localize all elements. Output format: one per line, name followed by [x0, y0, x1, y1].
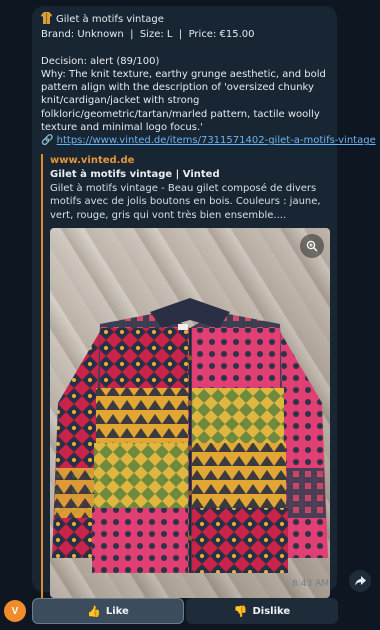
- preview-description: Gilet à motifs vintage - Beau gilet comp…: [50, 182, 321, 221]
- dislike-button[interactable]: 👎 Dislike: [186, 598, 338, 624]
- item-link[interactable]: https://www.vinted.de/items/7311571402-g…: [57, 135, 376, 146]
- cardigan-photo: [52, 298, 328, 574]
- message-time: 8:43 AM: [292, 579, 329, 589]
- message-text: Gilet à motifs vintage Brand: Unknown | …: [41, 12, 376, 148]
- preview-image[interactable]: [50, 228, 330, 599]
- cardigan-icon: [41, 12, 52, 28]
- thumbs-down-icon: 👎: [233, 604, 248, 618]
- message-title: Gilet à motifs vintage: [56, 14, 164, 25]
- why-text: Why: The knit texture, earthy grunge aes…: [41, 68, 326, 134]
- like-button[interactable]: 👍 Like: [32, 598, 184, 624]
- dislike-label: Dislike: [252, 605, 291, 617]
- zoom-icon: [306, 240, 318, 252]
- link-preview[interactable]: www.vinted.de Gilet à motifs vintage | V…: [41, 153, 330, 599]
- avatar[interactable]: V: [4, 600, 26, 622]
- share-button[interactable]: [349, 570, 371, 592]
- url-row: 🔗 https://www.vinted.de/items/7311571402…: [41, 134, 376, 147]
- message-bubble: Gilet à motifs vintage Brand: Unknown | …: [32, 6, 376, 599]
- decision-text: Decision: alert (89/100): [41, 55, 160, 67]
- like-label: Like: [105, 605, 129, 617]
- preview-site: www.vinted.de: [50, 154, 135, 166]
- preview-title: Gilet à motifs vintage | Vinted: [50, 168, 220, 180]
- zoom-button[interactable]: [300, 234, 324, 259]
- share-arrow-icon: [354, 576, 366, 586]
- thumbs-up-icon: 👍: [87, 604, 101, 618]
- link-icon: 🔗: [41, 135, 54, 147]
- brand-size-price: Brand: Unknown | Size: L | Price: €15.00: [41, 29, 255, 41]
- message-title-row: Gilet à motifs vintage: [41, 12, 328, 28]
